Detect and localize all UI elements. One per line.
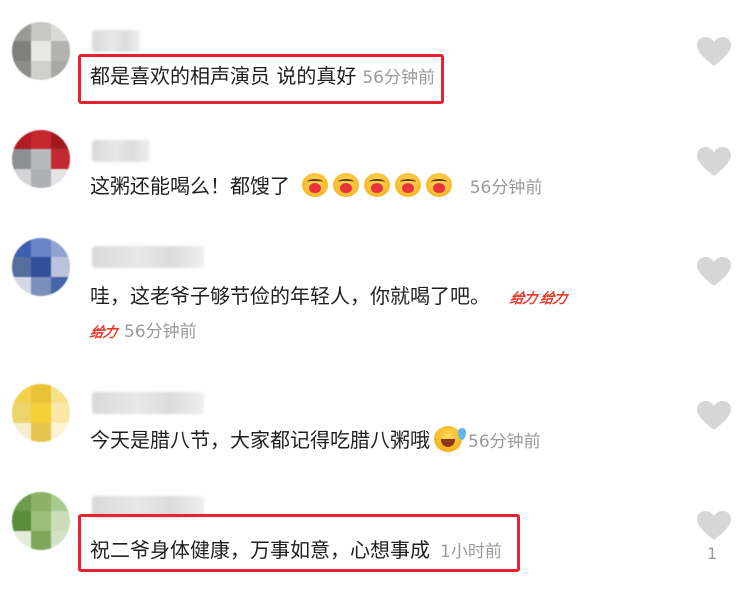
heart-kiss-emoji-icon [333,173,360,197]
avatar-mosaic-tile [31,61,51,80]
heart-outline-icon [697,401,731,430]
like-count: 1 [707,544,718,563]
comment-text: 这粥还能喝么！都馊了 56分钟前 [90,172,542,202]
avatar-mosaic-tile [31,130,51,149]
avatar-mosaic-tile [31,22,51,41]
avatar[interactable] [12,384,70,442]
avatar[interactable] [12,492,70,550]
avatar-mosaic-tile [51,531,70,550]
avatar-mosaic-tile [31,257,51,277]
like-button[interactable] [696,510,732,542]
emoji-row [302,173,463,198]
avatar-mosaic-tile [31,169,51,188]
avatar-mosaic-tile [12,423,31,442]
avatar-mosaic-tile [51,277,70,296]
avatar-mosaic-tile [12,41,31,61]
avatar-mosaic-tile [31,384,51,403]
avatar-mosaic-tile [12,149,31,169]
heart-outline-icon [697,37,731,66]
avatar-mosaic-tile [51,22,70,41]
like-button[interactable] [696,146,732,178]
heart-kiss-emoji-icon [302,173,329,197]
avatar-mosaic-tile [12,531,31,550]
avatar-mosaic-tile [31,511,51,531]
username-blurred[interactable] [92,392,204,414]
avatar-mosaic-tile [31,403,51,423]
avatar-mosaic-tile [12,169,31,188]
avatar-mosaic-tile [12,492,31,511]
avatar-mosaic-tile [51,41,70,61]
avatar-mosaic-tile [51,149,70,169]
heart-outline-icon [697,147,731,176]
avatar-mosaic-tile [31,277,51,296]
username-blurred[interactable] [92,140,150,162]
avatar-mosaic-tile [31,492,51,511]
avatar-mosaic-tile [12,238,31,257]
avatar-mosaic-tile [31,531,51,550]
laugh-tears-emoji-icon [434,426,466,452]
avatar-mosaic-tile [12,403,31,423]
avatar-mosaic-tile [12,257,31,277]
avatar[interactable] [12,22,70,80]
avatar-mosaic-tile [51,511,70,531]
username-blurred[interactable] [92,30,140,52]
username-blurred[interactable] [92,246,204,268]
heart-kiss-emoji-icon [426,173,453,197]
avatar-mosaic-tile [51,238,70,257]
avatar-mosaic-tile [51,492,70,511]
avatar[interactable] [12,130,70,188]
geili-sticker-icon: 给力 [508,291,539,307]
avatar-mosaic-tile [31,423,51,442]
comment-body: 今天是腊八节，大家都记得吃腊八粥哦 [90,428,430,452]
avatar-mosaic-tile [51,423,70,442]
comment-time: 56分钟前 [124,322,197,342]
like-button[interactable] [696,256,732,288]
comment-text: 哇，这老爷子够节俭的年轻人，你就喝了吧。 给力给力 [90,282,568,313]
avatar-mosaic-tile [12,61,31,80]
like-button[interactable] [696,36,732,68]
like-button[interactable] [696,400,732,432]
geili-sticker-icon: 给力 [88,325,118,341]
geili-sticker-icon: 给力 [538,291,569,307]
avatar-mosaic-tile [51,61,70,80]
avatar-mosaic-tile [12,22,31,41]
avatar-mosaic-tile [12,511,31,531]
heart-kiss-emoji-icon [395,173,422,197]
comment-text: 今天是腊八节，大家都记得吃腊八粥哦 56分钟前 [90,426,541,456]
avatar[interactable] [12,238,70,296]
avatar-mosaic-tile [31,238,51,257]
highlight-box [78,54,444,104]
avatar-mosaic-tile [51,403,70,423]
highlight-box [78,514,520,572]
heart-outline-icon [697,511,731,540]
comment-text-line-2: 给力 56分钟前 [88,316,197,347]
avatar-mosaic-tile [31,149,51,169]
comment-body: 这粥还能喝么！都馊了 [90,174,290,198]
avatar-mosaic-tile [12,384,31,403]
avatar-mosaic-tile [51,257,70,277]
avatar-mosaic-tile [12,130,31,149]
avatar-mosaic-tile [51,384,70,403]
comment-body: 哇，这老爷子够节俭的年轻人，你就喝了吧。 [90,284,490,308]
avatar-mosaic-tile [51,169,70,188]
comment-time: 56分钟前 [469,178,543,198]
avatar-mosaic-tile [12,277,31,296]
heart-outline-icon [697,257,731,286]
avatar-mosaic-tile [51,130,70,149]
comment-time: 56分钟前 [468,432,541,452]
avatar-mosaic-tile [31,41,51,61]
heart-kiss-emoji-icon [364,173,391,197]
